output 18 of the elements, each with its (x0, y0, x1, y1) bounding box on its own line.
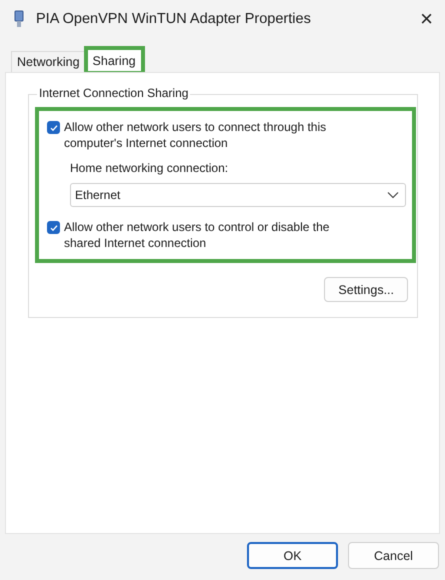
checkbox[interactable] (47, 221, 60, 234)
adapter-icon (14, 10, 24, 28)
group-title: Internet Connection Sharing (37, 86, 190, 100)
checkmark-icon (48, 222, 58, 232)
close-button[interactable]: × (420, 6, 433, 32)
tab[interactable]: Sharing (86, 48, 143, 73)
home-connection-label: Home networking connection: (70, 161, 230, 175)
tab[interactable]: Networking (11, 51, 86, 72)
checkbox-label: Allow other network users to connect through this computer's Internet connection (64, 119, 328, 151)
checkbox-label: Allow other network users to control or disable the shared Internet connection (64, 219, 330, 251)
dialog-button[interactable]: Cancel (348, 542, 439, 569)
checkmark-icon (48, 122, 58, 132)
checkbox[interactable] (47, 121, 60, 134)
window-title: PIA OpenVPN WinTUN Adapter Properties (36, 11, 312, 27)
dialog-button[interactable]: OK (247, 542, 338, 569)
settings-button[interactable]: Settings... (324, 277, 408, 302)
chevron-down-icon (387, 191, 399, 199)
connection-dropdown[interactable]: Ethernet (70, 183, 406, 207)
